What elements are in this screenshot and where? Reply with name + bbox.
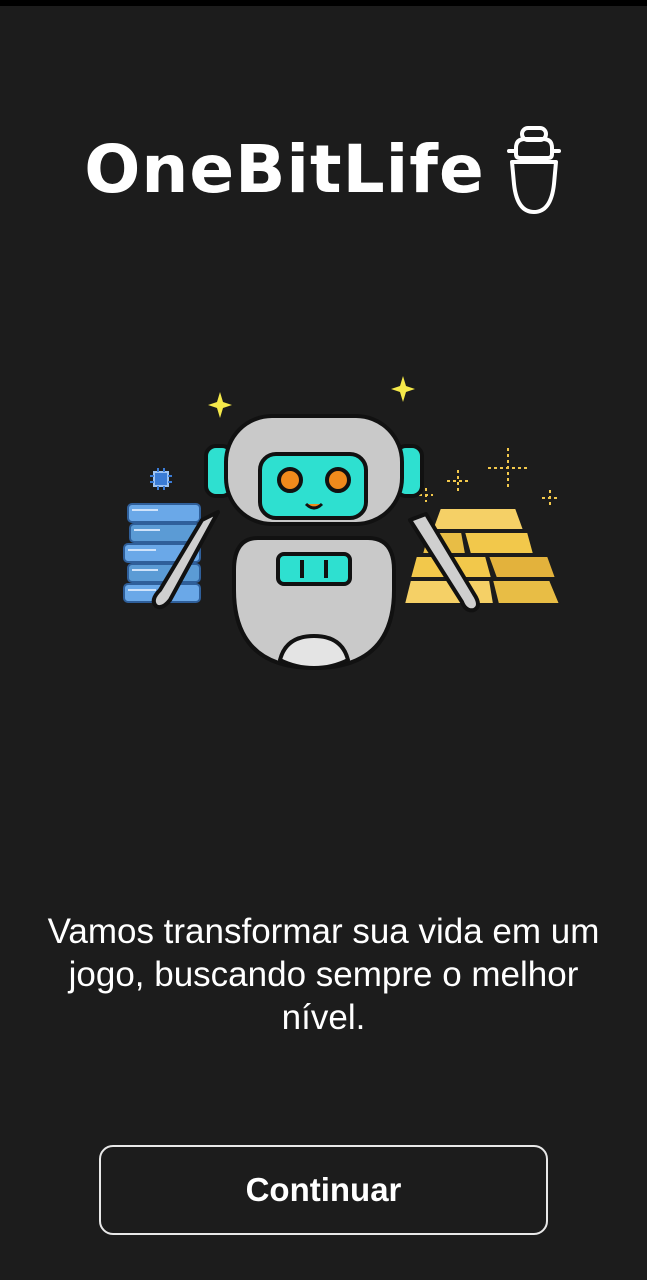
- app-logo: OneBitLife: [0, 120, 647, 220]
- status-bar: [0, 0, 647, 6]
- mascot-head-icon: [506, 126, 561, 214]
- robot-icon: [151, 414, 480, 670]
- sparkle-icon: [208, 376, 415, 418]
- robot-with-books-and-gold-illustration: [123, 376, 562, 670]
- continue-button[interactable]: Continuar: [99, 1145, 548, 1235]
- logo-wordmark: OneBitLife: [84, 131, 485, 208]
- gold-sparkle-icon: [419, 448, 558, 506]
- chip-icon: [150, 468, 172, 490]
- tagline-text: Vamos transformar sua vida em um jogo, b…: [47, 912, 600, 1037]
